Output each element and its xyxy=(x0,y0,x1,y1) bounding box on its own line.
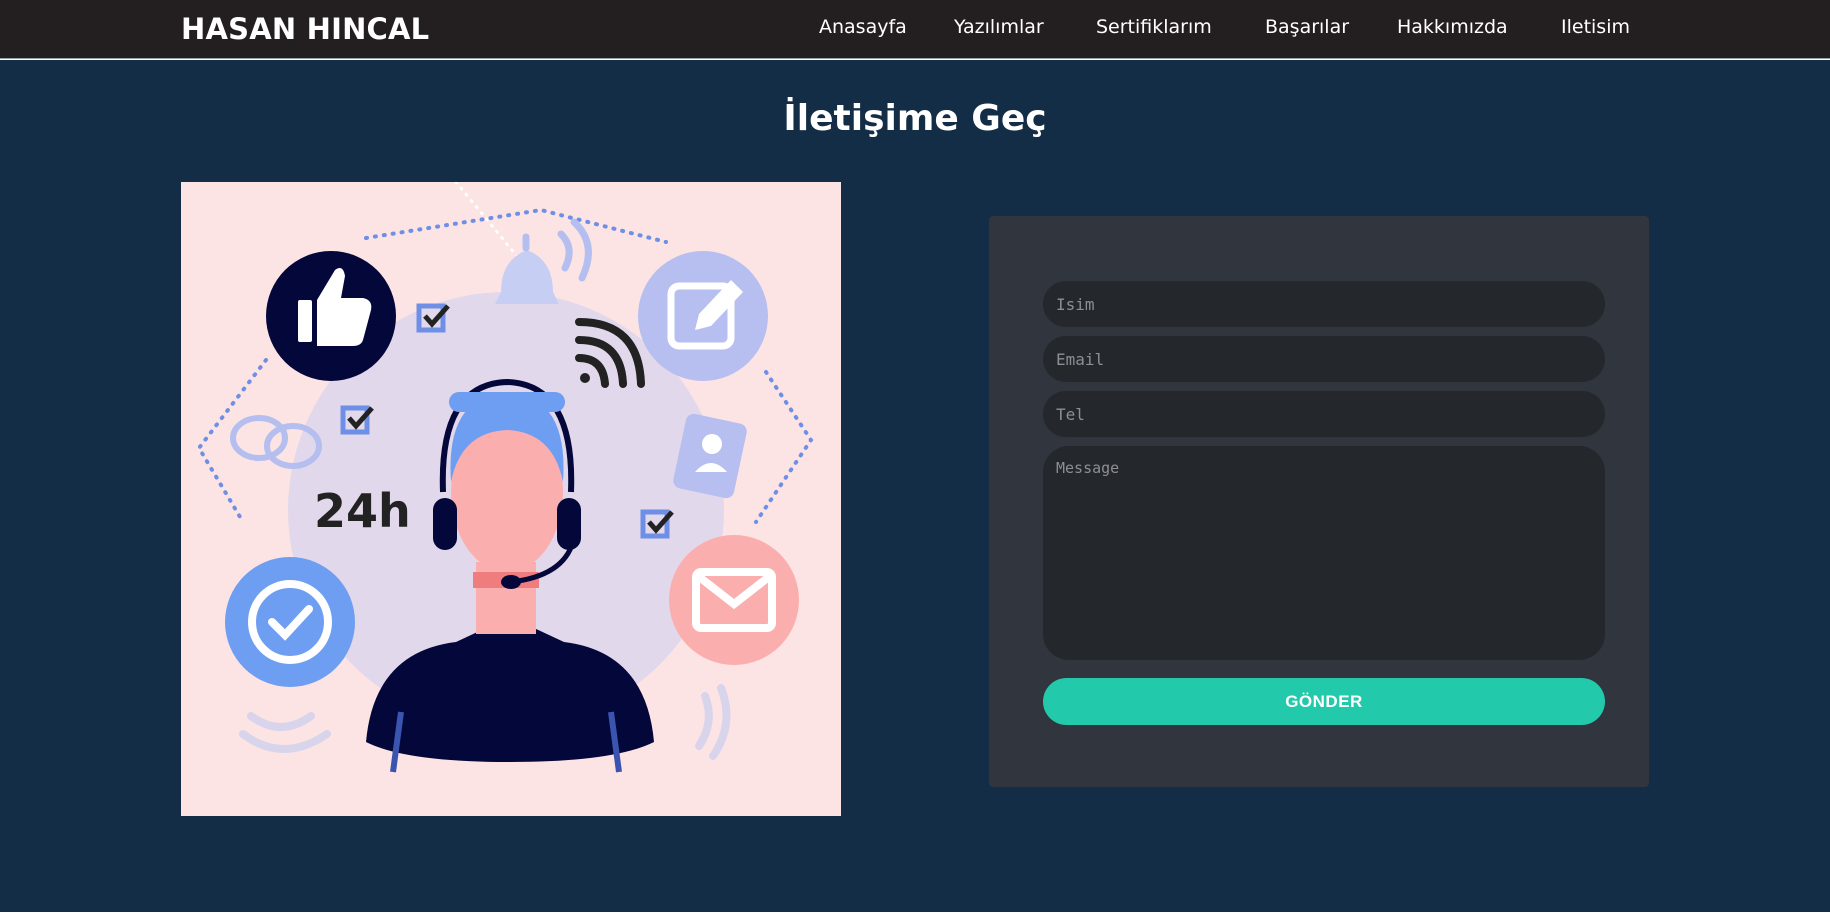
navbar: HASAN HINCAL Anasayfa Yazılımlar Sertifi… xyxy=(0,0,1830,59)
email-field[interactable] xyxy=(1043,336,1605,382)
checkmark-circle-icon xyxy=(225,557,355,687)
page-title: İletişime Geç xyxy=(783,98,1047,139)
edit-icon xyxy=(638,251,768,381)
thumbs-up-icon xyxy=(266,251,396,381)
nav-link-iletisim[interactable]: Iletisim xyxy=(1561,16,1630,38)
contact-illustration: 24h xyxy=(181,182,841,816)
mail-icon xyxy=(669,535,799,665)
nav-link-yazilimlar[interactable]: Yazılımlar xyxy=(954,16,1044,38)
bell-icon xyxy=(495,218,592,304)
name-field[interactable] xyxy=(1043,281,1605,327)
nav-link-anasayfa[interactable]: Anasayfa xyxy=(819,16,907,38)
contact-section: İletişime Geç 24h Isim Email Tel Message… xyxy=(0,60,1830,912)
nav-link-hakkimizda[interactable]: Hakkımızda xyxy=(1397,16,1508,38)
nav-link-sertifikalarim[interactable]: Sertifiklarım xyxy=(1096,16,1212,38)
message-field[interactable] xyxy=(1043,446,1605,660)
label-24h: 24h xyxy=(314,484,411,538)
phone-field[interactable] xyxy=(1043,391,1605,437)
nav-link-basarilar[interactable]: Başarılar xyxy=(1265,16,1349,38)
submit-button[interactable]: GÖNDER xyxy=(1043,678,1605,725)
contact-form: GÖNDER xyxy=(989,216,1649,787)
nav-links: Anasayfa Yazılımlar Sertifiklarım Başarı… xyxy=(0,16,1830,46)
